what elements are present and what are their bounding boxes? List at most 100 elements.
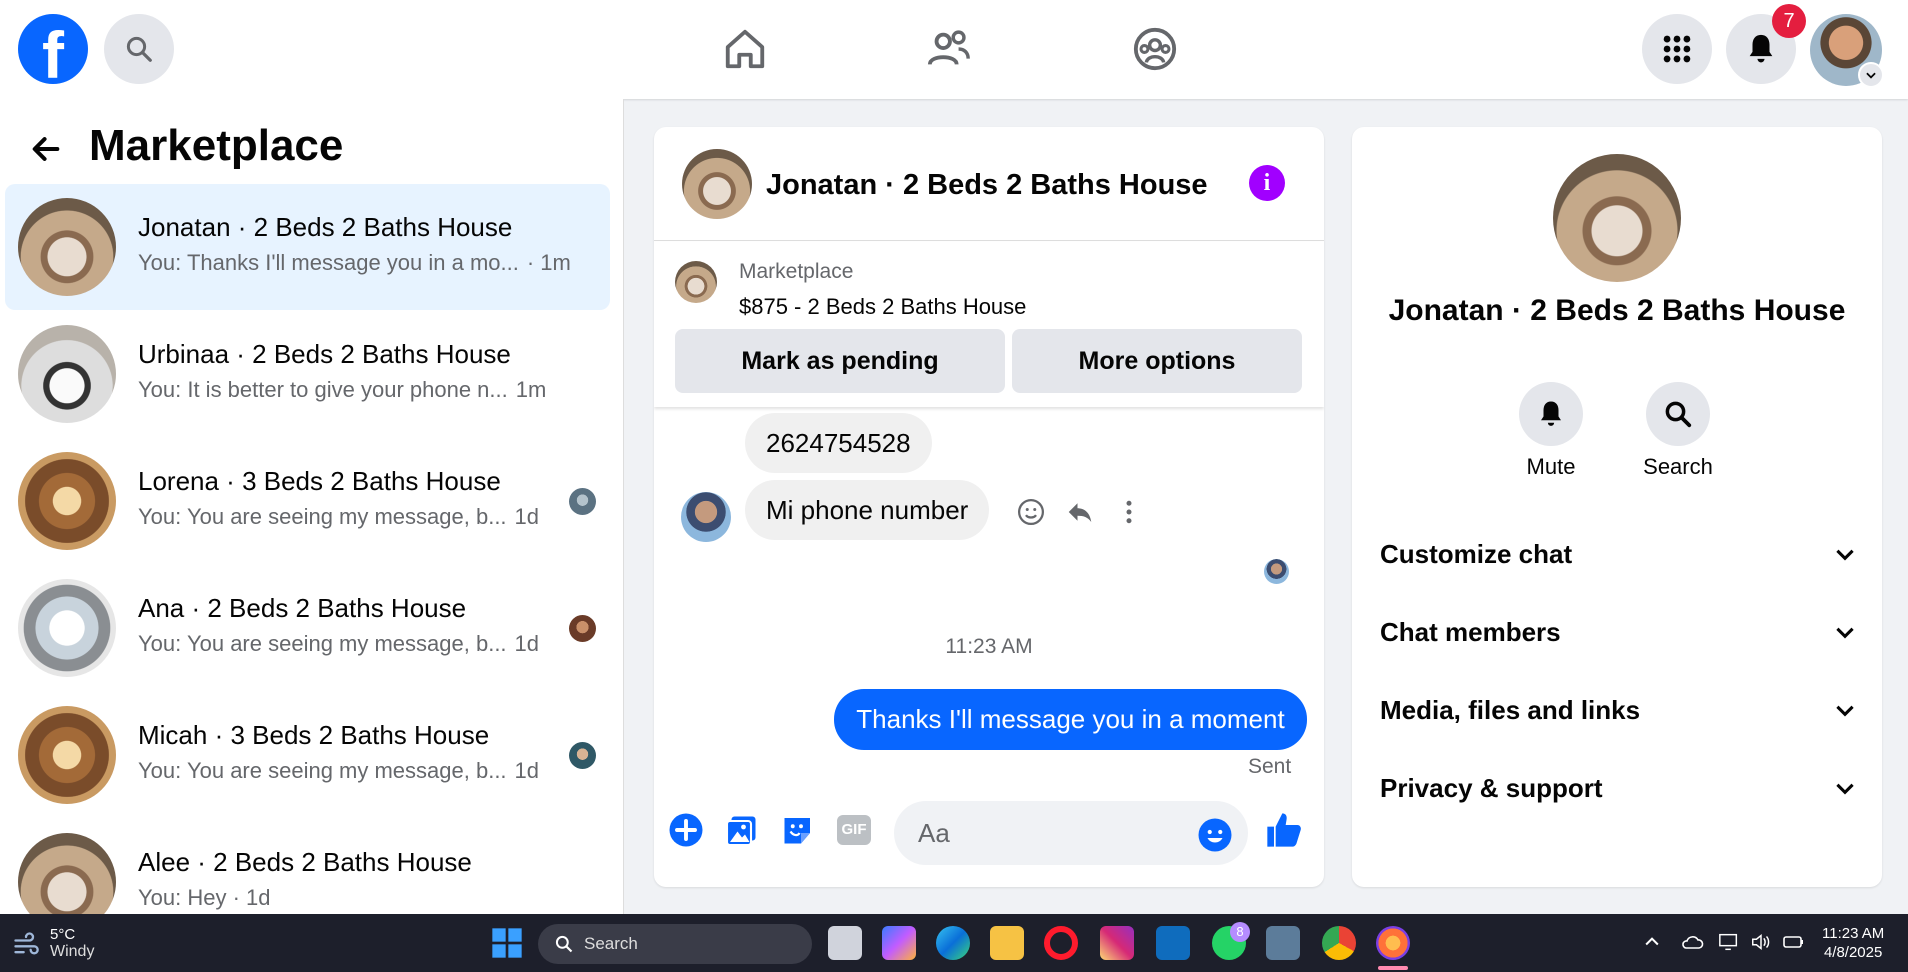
outlook-icon[interactable] [1156, 926, 1190, 960]
message-bubble-outgoing[interactable]: Thanks I'll message you in a moment [834, 689, 1307, 750]
friends-icon [927, 30, 970, 65]
attach-photo-button[interactable] [722, 810, 762, 850]
conversation-sidebar: Marketplace Jonatan · 2 Beds 2 Baths Hou… [0, 99, 624, 914]
onedrive-icon[interactable] [1680, 932, 1704, 957]
conversation-name: Ana · 2 Beds 2 Baths House [138, 593, 467, 623]
conversation-name: Lorena · 3 Beds 2 Baths House [138, 466, 501, 496]
conversation-preview: You: Hey · 1d [138, 885, 271, 911]
chevron-down-icon [1836, 783, 1854, 795]
listing-thumbnail [18, 325, 116, 423]
chevron-down-icon [1836, 627, 1854, 639]
system-clock[interactable]: 11:23 AM 4/8/2025 [1822, 924, 1884, 962]
conversation-preview: You: It is better to give your phone n..… [138, 377, 546, 403]
opera-icon[interactable] [1044, 926, 1078, 960]
seen-avatar [569, 742, 596, 769]
chat-header: Jonatan · 2 Beds 2 Baths House i [654, 127, 1324, 241]
taskbar-search[interactable]: Search [538, 924, 812, 964]
message-bubble-incoming[interactable]: Mi phone number [745, 480, 990, 540]
conversation-item[interactable]: Ana · 2 Beds 2 Baths House You: You are … [5, 565, 610, 691]
sidebar-title: Marketplace [89, 121, 344, 170]
conversation-name: Micah · 3 Beds 2 Baths House [138, 720, 490, 750]
listing-label: Marketplace [739, 260, 854, 283]
smiley-icon [1018, 499, 1044, 525]
task-view-icon[interactable] [828, 926, 862, 960]
groups-tab[interactable] [1130, 22, 1180, 76]
section-media-files-links[interactable]: Media, files and links [1380, 685, 1858, 735]
start-button[interactable] [490, 926, 524, 960]
weather-widget[interactable]: 5°C Windy [12, 926, 94, 961]
more-options-button[interactable]: More options [1012, 329, 1302, 393]
chat-title[interactable]: Jonatan · 2 Beds 2 Baths House [766, 169, 1208, 202]
preview-time: 1m [515, 377, 547, 402]
battery-icon[interactable] [1782, 932, 1806, 957]
listing-thumbnail [18, 706, 116, 804]
windows-logo-icon [492, 928, 522, 958]
network-icon[interactable] [1718, 932, 1740, 957]
conversation-item[interactable]: Urbinaa · 2 Beds 2 Baths House You: It i… [5, 311, 610, 437]
conversation-item[interactable]: Lorena · 3 Beds 2 Baths House You: You a… [5, 438, 610, 564]
speaker-icon [1752, 934, 1770, 950]
chrome-icon[interactable] [1322, 926, 1356, 960]
section-chat-members[interactable]: Chat members [1380, 607, 1858, 657]
listing-thumbnail[interactable] [675, 261, 717, 303]
back-button[interactable] [26, 129, 66, 169]
reply-button[interactable] [1060, 492, 1100, 532]
conversation-preview: You: You are seeing my message, b... 1d [138, 758, 539, 784]
details-avatar[interactable] [1553, 154, 1681, 282]
taskbar-search-label: Search [584, 934, 638, 953]
mute-button[interactable] [1519, 382, 1583, 446]
notifications-badge: 7 [1772, 4, 1806, 38]
weather-condition: Windy [50, 943, 95, 960]
sticker-icon [784, 818, 810, 844]
section-customize-chat[interactable]: Customize chat [1380, 529, 1858, 579]
account-menu-button[interactable] [1858, 62, 1884, 88]
more-actions-button[interactable] [1109, 492, 1149, 532]
more-actions-plus-button[interactable] [666, 810, 706, 850]
section-privacy-support[interactable]: Privacy & support [1380, 763, 1858, 813]
thumbs-up-icon [1267, 813, 1301, 847]
arrow-left-icon [32, 137, 60, 161]
info-button[interactable]: i [1249, 165, 1285, 201]
message-bubble-incoming[interactable]: 2624754528 [745, 413, 932, 473]
whatsapp-badge: 8 [1230, 922, 1250, 942]
read-receipt-avatar [1264, 559, 1289, 584]
conversation-item[interactable]: Alee · 2 Beds 2 Baths House You: Hey · 1… [5, 819, 610, 914]
preview-text: You: Thanks I'll message you in a mo... [138, 250, 519, 275]
edge-icon[interactable] [936, 926, 970, 960]
details-title: Jonatan · 2 Beds 2 Baths House [1388, 294, 1846, 327]
search-in-chat-button[interactable] [1646, 382, 1710, 446]
listing-price[interactable]: $875 - 2 Beds 2 Baths House [739, 294, 1026, 320]
section-label: Media, files and links [1380, 694, 1641, 725]
facebook-logo[interactable]: f [18, 14, 88, 84]
friends-tab[interactable] [924, 22, 974, 76]
sticker-button[interactable] [778, 810, 818, 850]
preview-text: You: It is better to give your phone n..… [138, 377, 508, 402]
app-icon[interactable] [1266, 926, 1300, 960]
react-button[interactable] [1011, 492, 1051, 532]
home-tab[interactable] [720, 22, 770, 76]
firefox-icon[interactable] [1376, 926, 1410, 960]
preview-time: 1d [514, 631, 540, 656]
show-hidden-icons-button[interactable] [1642, 932, 1662, 957]
conversation-item[interactable]: Jonatan · 2 Beds 2 Baths House You: Than… [5, 184, 610, 310]
instagram-icon[interactable] [1100, 926, 1134, 960]
emoji-button[interactable] [1195, 815, 1235, 855]
seen-avatar [569, 615, 596, 642]
chat-avatar[interactable] [682, 149, 752, 219]
menu-button[interactable] [1642, 14, 1712, 84]
chevron-up-icon [1645, 937, 1659, 946]
photo-icon [725, 816, 756, 847]
gif-button[interactable]: GIF [834, 810, 874, 850]
search-button[interactable] [104, 14, 174, 84]
mark-as-pending-button[interactable]: Mark as pending [675, 329, 1005, 393]
cloud-icon [1682, 936, 1704, 949]
file-explorer-icon[interactable] [990, 926, 1024, 960]
battery-charging-icon [1783, 936, 1803, 948]
volume-icon[interactable] [1750, 932, 1772, 957]
like-button[interactable] [1264, 810, 1304, 850]
conversation-preview: You: You are seeing my message, b... 1d [138, 631, 539, 657]
copilot-icon[interactable] [882, 926, 916, 960]
conversation-item[interactable]: Micah · 3 Beds 2 Baths House You: You ar… [5, 692, 610, 818]
clock-time: 11:23 AM [1822, 925, 1885, 942]
preview-text: You: You are seeing my message, b... [138, 504, 507, 529]
